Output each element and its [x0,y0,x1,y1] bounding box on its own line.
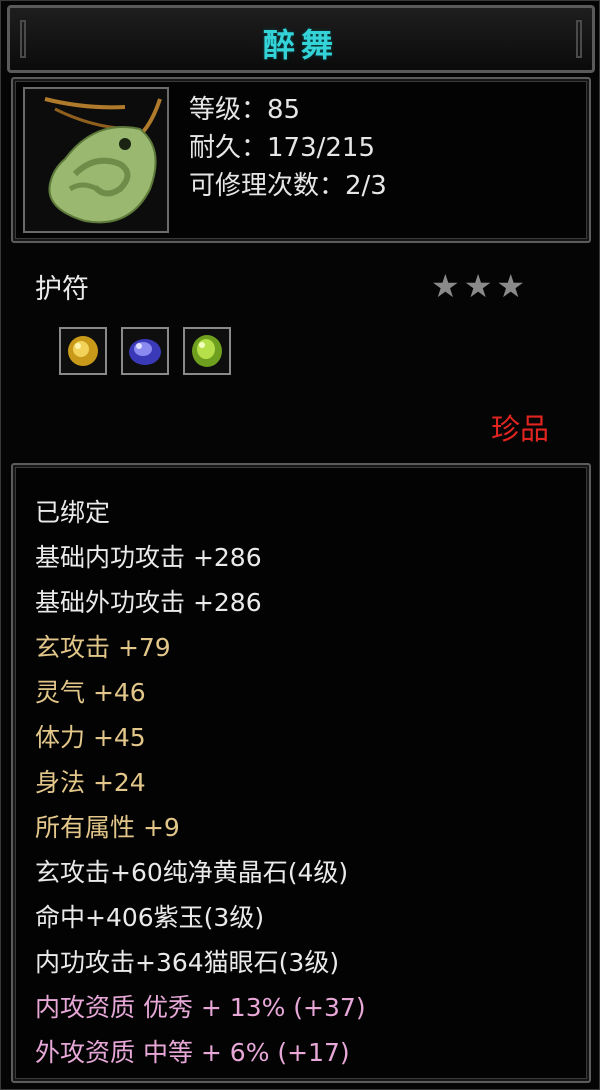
attribute-line: 身法 +24 [35,768,146,797]
attribute-line: 玄攻击 +79 [35,633,171,662]
attribute-line: 体力 +45 [35,723,146,752]
attribute-line: 命中+406紫玉(3级) [35,903,265,932]
attribute-line: 基础内功攻击 +286 [35,543,262,572]
item-name: 醉舞 [262,26,339,64]
durability-text: 耐久：173/215 [189,133,376,163]
star-rating: ★★★ [431,267,530,305]
attribute-line: 基础外功攻击 +286 [35,588,262,617]
attribute-line: 内功攻击+364猫眼石(3级) [35,948,340,977]
attribute-line: 内攻资质 优秀 + 13% (+37) [35,993,366,1022]
yellow-crystal-gem-icon[interactable] [59,327,107,375]
purple-jade-gem-icon[interactable] [121,327,169,375]
attribute-line: 玄攻击+60纯净黄晶石(4级) [35,858,349,887]
cats-eye-gem-icon[interactable] [183,327,231,375]
level-text: 等级：85 [189,95,301,125]
rarity-label: 珍品 [491,412,550,446]
item-category: 护符 [35,274,89,305]
jade-pendant-icon [23,87,169,233]
repair-count-text: 可修理次数：2/3 [189,171,387,201]
attribute-line: 所有属性 +9 [35,813,180,842]
attribute-line: 外攻资质 中等 + 6% (+17) [35,1038,350,1067]
item-tooltip: 醉舞 等级：85 耐久：173/215 可修理次数：2/3 护符 ★★★ 珍品 … [0,0,600,1090]
attribute-line: 已绑定 [35,498,111,527]
attribute-line: 灵气 +46 [35,678,146,707]
title-bar: 醉舞 [7,5,595,73]
